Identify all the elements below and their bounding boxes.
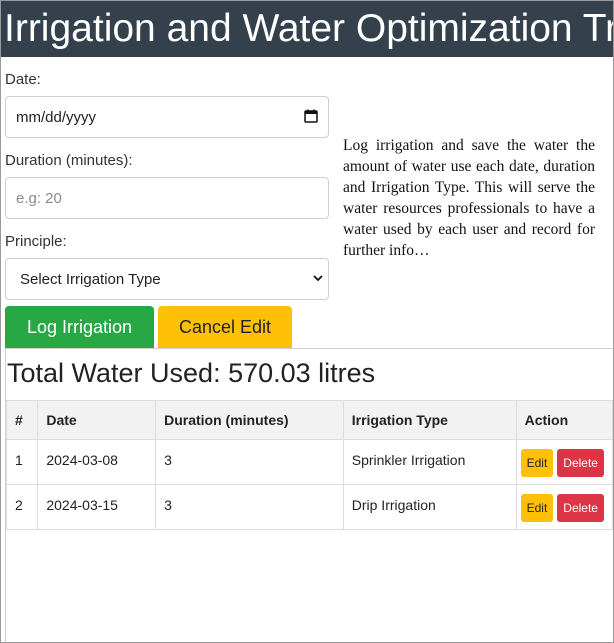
col-header-type: Irrigation Type <box>342 400 517 440</box>
edit-button[interactable]: Edit <box>520 494 554 522</box>
chevron-down-icon <box>313 275 323 282</box>
page-title: Irrigation and Water Optimization Tracke… <box>4 7 613 50</box>
principle-label: Principle: <box>5 233 67 250</box>
date-input[interactable]: mm/dd/yyyy <box>5 96 329 138</box>
col-header-action: Action <box>515 400 613 440</box>
date-value: mm/dd/yyyy <box>16 109 97 126</box>
calendar-icon[interactable] <box>304 109 318 123</box>
edit-button[interactable]: Edit <box>520 449 554 477</box>
irrigation-type-selected: Select Irrigation Type <box>20 271 161 288</box>
delete-button[interactable]: Delete <box>557 449 604 477</box>
cell-date: 2024-03-15 <box>37 484 157 530</box>
cell-num: 1 <box>5 439 39 485</box>
cell-duration: 3 <box>155 484 344 530</box>
app-header: Irrigation and Water Optimization Tracke… <box>1 1 613 57</box>
duration-label: Duration (minutes): <box>5 152 133 169</box>
total-water-used: Total Water Used: 570.03 litres <box>7 358 376 388</box>
irrigation-log-table: # Date Duration (minutes) Irrigation Typ… <box>5 400 613 530</box>
date-label: Date: <box>5 71 41 88</box>
cell-type: Drip Irrigation <box>342 484 517 530</box>
delete-button[interactable]: Delete <box>557 494 604 522</box>
app-window: Irrigation and Water Optimization Tracke… <box>0 0 614 643</box>
table-header-row: # Date Duration (minutes) Irrigation Typ… <box>5 400 613 440</box>
info-text: Log irrigation and save the water the am… <box>343 137 595 259</box>
cell-num: 2 <box>5 484 39 530</box>
cell-duration: 3 <box>155 439 344 485</box>
cell-date: 2024-03-08 <box>37 439 157 485</box>
col-header-num: # <box>5 400 39 440</box>
log-irrigation-button[interactable]: Log Irrigation <box>5 306 154 348</box>
irrigation-type-select[interactable]: Select Irrigation Type <box>5 258 329 300</box>
cancel-edit-button[interactable]: Cancel Edit <box>158 306 292 348</box>
table-row: 1 2024-03-08 3 Sprinkler Irrigation Edit… <box>5 439 613 485</box>
cell-action: Edit Delete <box>515 484 613 530</box>
col-header-duration: Duration (minutes) <box>155 400 344 440</box>
duration-placeholder: e.g: 20 <box>16 190 62 207</box>
col-header-date: Date <box>37 400 157 440</box>
cell-action: Edit Delete <box>515 439 613 485</box>
cell-type: Sprinkler Irrigation <box>342 439 517 485</box>
table-row: 2 2024-03-15 3 Drip Irrigation Edit Delet… <box>5 484 613 530</box>
duration-input[interactable]: e.g: 20 <box>5 177 329 219</box>
